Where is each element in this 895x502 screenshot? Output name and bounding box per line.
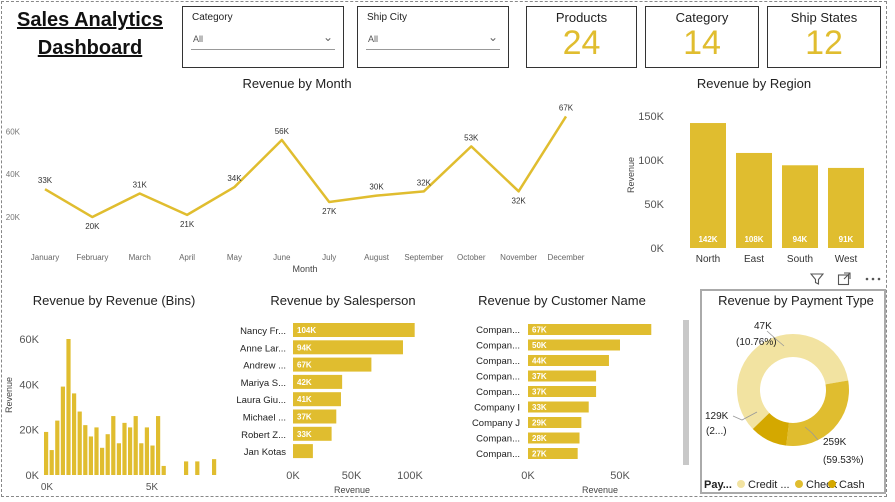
category-dropdown[interactable]: All ⌄ [191, 29, 335, 50]
payment-type-visual[interactable] [700, 289, 886, 494]
region-chart-title: Revenue by Region [696, 76, 812, 91]
category-slicer[interactable]: Category All ⌄ [182, 6, 344, 68]
category-card-label: Category [675, 10, 729, 25]
category-slicer-label: Category [192, 12, 233, 23]
chevron-down-icon: ⌄ [322, 30, 333, 44]
ship-states-card-value: 12 [805, 24, 843, 62]
ship-states-card-label: Ship States [790, 10, 858, 25]
filter-icon[interactable] [809, 272, 825, 286]
month-chart-title: Revenue by Month [242, 76, 352, 91]
products-card: Products 24 [526, 6, 637, 68]
bins-chart-title: Revenue by Revenue (Bins) [32, 293, 196, 308]
more-options-icon[interactable] [864, 272, 882, 286]
scrollbar[interactable] [683, 320, 689, 465]
ship-city-slicer[interactable]: Ship City All ⌄ [357, 6, 509, 68]
ship-city-dropdown-value: All [368, 34, 379, 44]
ship-city-dropdown[interactable]: All ⌄ [366, 29, 500, 50]
products-card-value: 24 [562, 24, 601, 62]
page-title: Sales Analytics Dashboard [16, 9, 163, 59]
customer-chart-title: Revenue by Customer Name [478, 293, 646, 308]
products-card-label: Products [555, 10, 608, 25]
ship-city-slicer-label: Ship City [367, 12, 408, 23]
salesperson-chart-title: Revenue by Salesperson [270, 293, 416, 308]
focus-mode-icon[interactable] [837, 272, 851, 286]
category-dropdown-value: All [193, 34, 204, 44]
chevron-down-icon: ⌄ [487, 30, 498, 44]
payment-chart-title: Revenue by Payment Type [718, 293, 874, 308]
category-card-value: 14 [683, 24, 721, 62]
ship-states-card: Ship States 12 [767, 6, 881, 68]
category-card: Category 14 [645, 6, 759, 68]
